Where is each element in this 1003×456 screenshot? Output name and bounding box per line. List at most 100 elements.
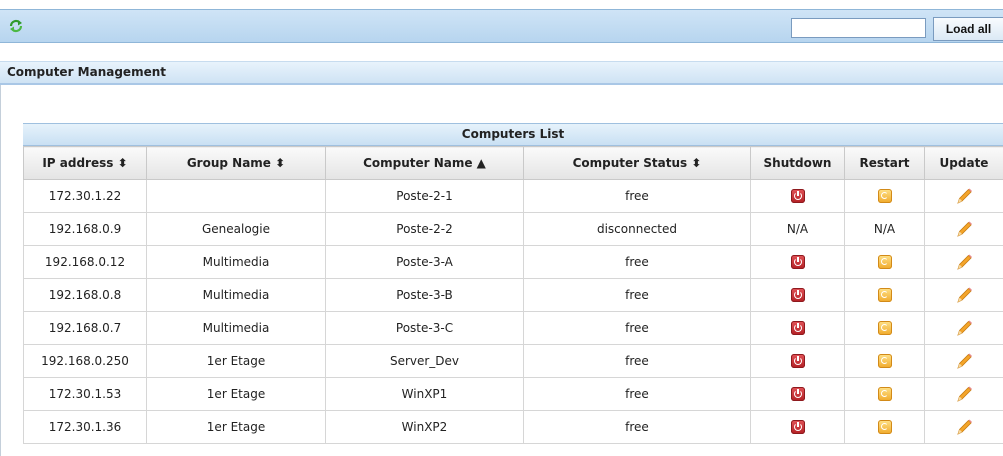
cell-restart <box>844 179 925 213</box>
cell-shutdown <box>750 179 845 213</box>
restart-icon[interactable] <box>877 255 892 270</box>
cell-restart <box>844 377 925 411</box>
cell-ip-address: 172.30.1.36 <box>23 410 147 444</box>
shutdown-icon[interactable] <box>790 288 805 303</box>
cell-computer-status: disconnected <box>523 212 751 246</box>
cell-group-name: 1er Etage <box>146 344 326 378</box>
toolbar: Load all <box>0 9 1003 43</box>
table-row: 192.168.0.9 Genealogie Poste-2-2 disconnect… <box>23 212 1003 246</box>
shutdown-icon[interactable] <box>790 255 805 270</box>
shutdown-icon[interactable] <box>790 189 805 204</box>
cell-group-name: Genealogie <box>146 212 326 246</box>
restart-icon[interactable] <box>877 420 892 435</box>
cell-restart <box>844 278 925 312</box>
cell-shutdown <box>750 278 845 312</box>
cell-computer-status: free <box>523 278 751 312</box>
table-row: 172.30.1.53 1er Etage WinXP1 free <box>23 377 1003 411</box>
shutdown-icon[interactable] <box>790 387 805 402</box>
cell-computer-name: WinXP1 <box>325 377 524 411</box>
pencil-icon[interactable] <box>954 252 974 272</box>
restart-icon[interactable] <box>877 288 892 303</box>
cell-ip-address: 172.30.1.53 <box>23 377 147 411</box>
cell-ip-address: 192.168.0.250 <box>23 344 147 378</box>
cell-shutdown <box>750 410 845 444</box>
pencil-icon[interactable] <box>954 318 974 338</box>
table-row: 192.168.0.12 Multimedia Poste-3-A free <box>23 245 1003 279</box>
search-input[interactable] <box>791 18 926 38</box>
cell-computer-status: free <box>523 377 751 411</box>
table-row: 172.30.1.36 1er Etage WinXP2 free <box>23 410 1003 444</box>
cell-restart <box>844 311 925 345</box>
restart-icon[interactable] <box>877 387 892 402</box>
cell-update <box>924 377 1003 411</box>
cell-update <box>924 410 1003 444</box>
column-header-restart: Restart <box>844 146 925 180</box>
cell-group-name <box>146 179 326 213</box>
table-caption: Computers List <box>23 123 1003 146</box>
cell-shutdown <box>750 311 845 345</box>
restart-icon[interactable] <box>877 354 892 369</box>
pencil-icon[interactable] <box>954 219 974 239</box>
cell-ip-address: 192.168.0.9 <box>23 212 147 246</box>
cell-computer-status: free <box>523 410 751 444</box>
divider <box>0 85 1 456</box>
cell-update <box>924 245 1003 279</box>
cell-update <box>924 278 1003 312</box>
cell-group-name: Multimedia <box>146 278 326 312</box>
cell-ip-address: 172.30.1.22 <box>23 179 147 213</box>
cell-group-name: Multimedia <box>146 245 326 279</box>
cell-update <box>924 179 1003 213</box>
cell-restart: N/A <box>844 212 925 246</box>
cell-shutdown <box>750 344 845 378</box>
cell-restart <box>844 344 925 378</box>
cell-computer-status: free <box>523 245 751 279</box>
cell-computer-name: Poste-3-C <box>325 311 524 345</box>
cell-ip-address: 192.168.0.8 <box>23 278 147 312</box>
column-header-ip[interactable]: IP address ⬍ <box>23 146 147 180</box>
load-all-button[interactable]: Load all <box>933 17 1003 41</box>
cell-restart <box>844 410 925 444</box>
table-row: 192.168.0.250 1er Etage Server_Dev free <box>23 344 1003 378</box>
cell-computer-status: free <box>523 311 751 345</box>
table-row: 192.168.0.7 Multimedia Poste-3-C free <box>23 311 1003 345</box>
cell-shutdown <box>750 245 845 279</box>
column-header-shutdown: Shutdown <box>750 146 845 180</box>
column-header-status[interactable]: Computer Status ⬍ <box>523 146 751 180</box>
shutdown-icon[interactable] <box>790 420 805 435</box>
cell-shutdown <box>750 377 845 411</box>
cell-computer-name: Poste-2-2 <box>325 212 524 246</box>
pencil-icon[interactable] <box>954 351 974 371</box>
pencil-icon[interactable] <box>954 417 974 437</box>
pencil-icon[interactable] <box>954 186 974 206</box>
column-header-computer-name[interactable]: Computer Name ▲ <box>325 146 524 180</box>
cell-computer-name: Server_Dev <box>325 344 524 378</box>
restart-icon[interactable] <box>877 321 892 336</box>
cell-computer-status: free <box>523 179 751 213</box>
restart-icon[interactable] <box>877 189 892 204</box>
cell-group-name: 1er Etage <box>146 377 326 411</box>
table-row: 172.30.1.22 Poste-2-1 free <box>23 179 1003 213</box>
cell-computer-name: WinXP2 <box>325 410 524 444</box>
column-header-group[interactable]: Group Name ⬍ <box>146 146 326 180</box>
cell-update <box>924 212 1003 246</box>
cell-group-name: 1er Etage <box>146 410 326 444</box>
cell-group-name: Multimedia <box>146 311 326 345</box>
cell-shutdown: N/A <box>750 212 845 246</box>
shutdown-icon[interactable] <box>790 321 805 336</box>
cell-update <box>924 344 1003 378</box>
cell-ip-address: 192.168.0.12 <box>23 245 147 279</box>
cell-computer-name: Poste-3-B <box>325 278 524 312</box>
section-title: Computer Management <box>0 61 1003 85</box>
computers-table: IP address ⬍ Group Name ⬍ Computer Name … <box>23 146 1003 444</box>
pencil-icon[interactable] <box>954 384 974 404</box>
cell-ip-address: 192.168.0.7 <box>23 311 147 345</box>
table-header-row: IP address ⬍ Group Name ⬍ Computer Name … <box>23 146 1003 180</box>
table-row: 192.168.0.8 Multimedia Poste-3-B free <box>23 278 1003 312</box>
shutdown-icon[interactable] <box>790 354 805 369</box>
pencil-icon[interactable] <box>954 285 974 305</box>
refresh-icon[interactable] <box>8 18 24 34</box>
cell-update <box>924 311 1003 345</box>
column-header-update: Update <box>924 146 1003 180</box>
cell-computer-name: Poste-2-1 <box>325 179 524 213</box>
cell-restart <box>844 245 925 279</box>
